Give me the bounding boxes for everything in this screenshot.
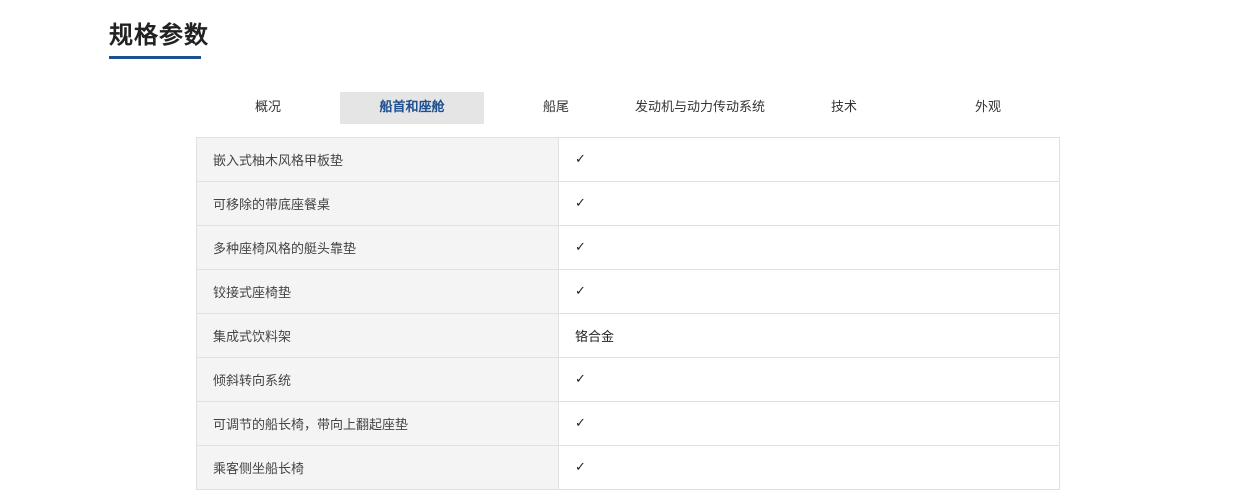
page-title: 规格参数 [109, 21, 209, 49]
spec-row: 可调节的船长椅，带向上翻起座垫 ✓ [196, 401, 1060, 446]
title-underline [109, 56, 201, 59]
spec-value: ✓ [558, 269, 1060, 314]
spec-row: 乘客侧坐船长椅 ✓ [196, 445, 1060, 490]
spec-table: 嵌入式柚木风格甲板垫 ✓ 可移除的带底座餐桌 ✓ 多种座椅风格的艇头靠垫 ✓ 铰… [196, 137, 1060, 490]
spec-label: 铰接式座椅垫 [196, 269, 559, 314]
tab-technology[interactable]: 技术 [772, 92, 916, 124]
spec-value: ✓ [558, 225, 1060, 270]
spec-value: ✓ [558, 357, 1060, 402]
spec-row: 倾斜转向系统 ✓ [196, 357, 1060, 402]
spec-row: 嵌入式柚木风格甲板垫 ✓ [196, 137, 1060, 182]
spec-value: ✓ [558, 181, 1060, 226]
spec-label: 多种座椅风格的艇头靠垫 [196, 225, 559, 270]
tab-engine-and-powertrain[interactable]: 发动机与动力传动系统 [628, 92, 772, 124]
spec-value: ✓ [558, 401, 1060, 446]
spec-row: 铰接式座椅垫 ✓ [196, 269, 1060, 314]
spec-label: 集成式饮料架 [196, 313, 559, 358]
spec-label: 嵌入式柚木风格甲板垫 [196, 137, 559, 182]
spec-tabs: 概况 船首和座舱 船尾 发动机与动力传动系统 技术 外观 [196, 92, 1060, 124]
tab-overview[interactable]: 概况 [196, 92, 340, 124]
spec-label: 可移除的带底座餐桌 [196, 181, 559, 226]
tab-exterior[interactable]: 外观 [916, 92, 1060, 124]
spec-value: ✓ [558, 137, 1060, 182]
spec-value: ✓ [558, 445, 1060, 490]
tab-bow-and-cockpit[interactable]: 船首和座舱 [340, 92, 484, 124]
spec-row: 可移除的带底座餐桌 ✓ [196, 181, 1060, 226]
spec-row: 多种座椅风格的艇头靠垫 ✓ [196, 225, 1060, 270]
spec-value: 铬合金 [558, 313, 1060, 358]
spec-row: 集成式饮料架 铬合金 [196, 313, 1060, 358]
spec-label: 可调节的船长椅，带向上翻起座垫 [196, 401, 559, 446]
spec-label: 乘客侧坐船长椅 [196, 445, 559, 490]
spec-label: 倾斜转向系统 [196, 357, 559, 402]
tab-stern[interactable]: 船尾 [484, 92, 628, 124]
